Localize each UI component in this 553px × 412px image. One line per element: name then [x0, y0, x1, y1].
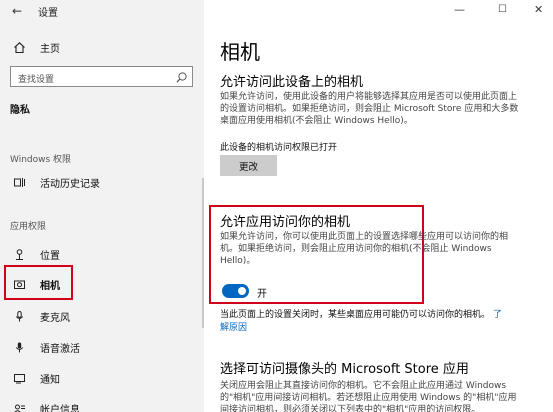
sidebar-scrollbar[interactable] — [202, 178, 204, 328]
sidebar-home[interactable]: 主页 — [10, 38, 60, 56]
sidebar-item-label: 通知 — [40, 374, 60, 386]
app-access-description: 如果允许访问，你可以使用此页面上的设置选择哪些应用可以访问你的相机。如果拒绝访问… — [220, 232, 509, 266]
sidebar-item-notifications[interactable]: 通知 — [6, 367, 196, 389]
search-box[interactable] — [10, 66, 193, 90]
app-title: 设置 — [38, 8, 58, 19]
sidebar-item-label: 麦克风 — [40, 312, 70, 324]
sidebar-item-microphone[interactable]: 麦克风 — [6, 305, 196, 327]
maximize-button[interactable]: ☐ — [498, 2, 507, 18]
back-arrow-icon[interactable]: ← — [12, 2, 22, 20]
search-input[interactable] — [11, 70, 161, 90]
close-button[interactable]: ✕ — [534, 2, 543, 18]
notification-icon — [10, 372, 28, 385]
device-access-status: 此设备的相机访问权限已打开 — [220, 143, 338, 153]
device-access-description: 如果允许访问，使用此设备的用户将能够选择其应用是否可以使用此页面上的设置访问相机… — [220, 92, 519, 126]
app-access-heading: 允许应用访问你的相机 — [220, 215, 351, 230]
app-permissions-label: 应用权限 — [10, 222, 47, 232]
sidebar-item-voice-activation[interactable]: 语音激活 — [6, 336, 196, 358]
sidebar-item-label: 位置 — [40, 250, 60, 262]
device-access-heading: 允许访问此设备上的相机 — [220, 75, 364, 90]
sidebar: ← 设置 主页 隐私 Windows 权限 活动历史记录 应用权限 位置 相机 — [0, 0, 204, 412]
learn-why-link-part2[interactable]: 解原因 — [220, 320, 247, 333]
minimize-button[interactable]: — — [454, 2, 465, 18]
sidebar-item-account-info[interactable]: 帐户信息 — [6, 397, 196, 412]
home-label: 主页 — [40, 43, 60, 55]
desktop-apps-note: 当此页面上的设置关闭时，某些桌面应用可能仍可以访问你的相机。 了 — [220, 309, 520, 321]
sidebar-item-location[interactable]: 位置 — [6, 243, 196, 265]
camera-highlight-box — [4, 265, 73, 300]
windows-permissions-label: Windows 权限 — [10, 155, 72, 165]
account-info-icon — [10, 402, 28, 412]
sidebar-item-label: 活动历史记录 — [40, 178, 100, 190]
store-apps-heading: 选择可访问摄像头的 Microsoft Store 应用 — [220, 362, 469, 377]
sidebar-item-label: 帐户信息 — [40, 404, 80, 412]
page-title: 相机 — [220, 40, 260, 64]
learn-why-link-part1[interactable]: 了 — [493, 310, 502, 320]
search-icon[interactable] — [175, 69, 188, 88]
store-apps-description: 关闭应用会阻止其直接访问你的相机。它不会阻止此应用通过 Windows 的"相机… — [220, 381, 517, 412]
microphone-icon — [10, 310, 28, 323]
title-bar: ← 设置 — [0, 0, 204, 22]
home-icon — [10, 41, 28, 54]
voice-activation-icon — [10, 341, 28, 354]
toggle-state-label: 开 — [257, 289, 267, 300]
sidebar-item-activity-history[interactable]: 活动历史记录 — [6, 171, 196, 193]
sidebar-item-label: 语音激活 — [40, 343, 80, 355]
location-icon — [10, 248, 28, 261]
app-access-toggle[interactable] — [222, 284, 249, 298]
toggle-knob — [238, 287, 246, 295]
activity-history-icon — [10, 176, 28, 189]
change-button[interactable]: 更改 — [220, 155, 277, 176]
privacy-heading: 隐私 — [10, 105, 30, 116]
note-text: 当此页面上的设置关闭时，某些桌面应用可能仍可以访问你的相机。 — [220, 310, 491, 320]
